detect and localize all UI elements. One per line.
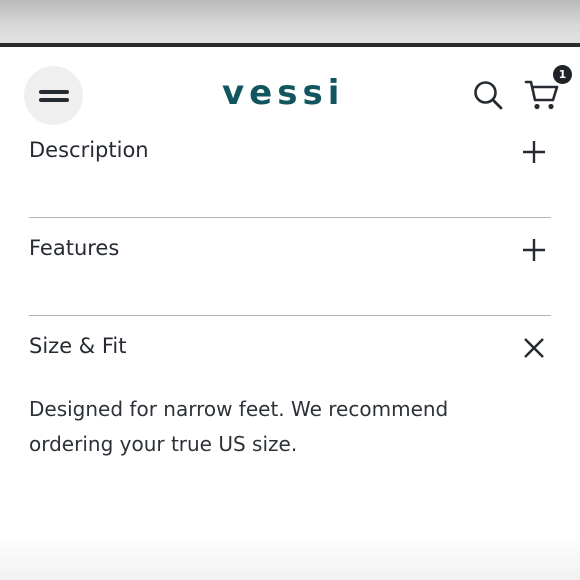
accordion-header-description[interactable]: Description	[29, 120, 551, 184]
accordion-item-description: Description	[29, 120, 551, 218]
accordion-content-size-fit: Designed for narrow feet. We recommend o…	[29, 397, 449, 456]
brand-logo[interactable]: vessi	[222, 75, 344, 111]
accordion-header-features[interactable]: Features	[29, 218, 551, 282]
top-background-band	[0, 0, 580, 44]
product-details-accordion: Description Features Size & Fit Designed…	[29, 120, 551, 462]
bottom-fade	[0, 535, 580, 580]
cart-count-badge: 1	[553, 65, 572, 84]
search-icon[interactable]	[472, 79, 504, 111]
accordion-title: Description	[29, 138, 149, 162]
accordion-item-size-fit: Size & Fit Designed for narrow feet. We …	[29, 316, 551, 462]
menu-button[interactable]	[24, 66, 83, 125]
hamburger-icon-line	[39, 90, 69, 94]
accordion-title: Size & Fit	[29, 334, 127, 358]
accordion-item-features: Features	[29, 218, 551, 316]
plus-icon[interactable]	[522, 238, 546, 262]
accordion-header-size-fit[interactable]: Size & Fit	[29, 316, 551, 380]
cart-icon[interactable]	[524, 77, 560, 111]
accordion-title: Features	[29, 236, 120, 260]
close-icon[interactable]	[522, 336, 546, 360]
hamburger-icon-line	[39, 98, 69, 102]
plus-icon[interactable]	[522, 140, 546, 164]
